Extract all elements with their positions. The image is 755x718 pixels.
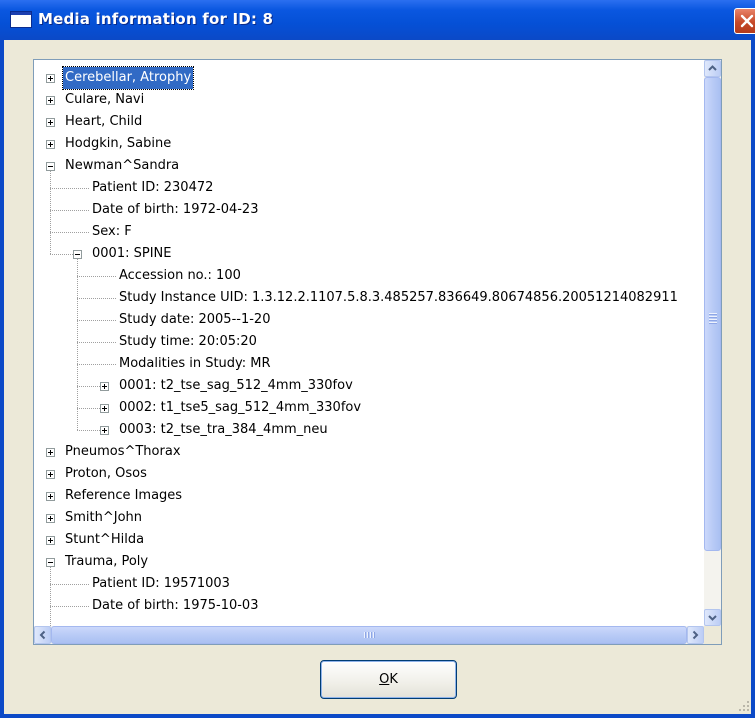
media-tree-view[interactable]: Cerebellar, Atrophy Culare, Navi Heart, Ch… bbox=[33, 59, 722, 645]
tree-node-leaf[interactable]: Study Instance UID: 1.3.12.2.1107.5.8.3.… bbox=[34, 287, 704, 309]
expand-plus-icon[interactable] bbox=[46, 492, 55, 501]
tree-node-label: 0001: t2_tse_sag_512_4mm_330fov bbox=[119, 378, 353, 393]
scrollbar-corner bbox=[704, 626, 721, 644]
tree-node-label: Stunt^Hilda bbox=[65, 532, 145, 547]
ok-mnemonic: O bbox=[379, 672, 390, 687]
tree-node-leaf[interactable]: Date of birth: 1975-10-03 bbox=[34, 595, 704, 617]
expand-plus-icon[interactable] bbox=[46, 470, 55, 479]
tree-node-patient[interactable]: Proton, Osos bbox=[34, 463, 704, 485]
expand-plus-icon[interactable] bbox=[46, 536, 55, 545]
tree-node-leaf[interactable]: Patient ID: 19571003 bbox=[34, 573, 704, 595]
tree-node-label: 0002: t1_tse5_sag_512_4mm_330fov bbox=[119, 400, 362, 415]
collapse-minus-icon[interactable] bbox=[46, 162, 55, 171]
tree-node-patient[interactable]: Stunt^Hilda bbox=[34, 529, 704, 551]
close-button[interactable] bbox=[734, 8, 755, 34]
tree-node-label: Modalities in Study: MR bbox=[119, 356, 271, 371]
scroll-left-arrow-icon bbox=[39, 630, 46, 640]
tree-node-patient[interactable]: Trauma, Poly bbox=[34, 551, 704, 573]
window-frame-bottom bbox=[0, 714, 755, 718]
expand-plus-icon[interactable] bbox=[46, 118, 55, 127]
ok-button[interactable]: OK bbox=[320, 660, 457, 699]
scroll-up-button[interactable] bbox=[704, 60, 721, 77]
tree-node-leaf[interactable]: Date of birth: 1972-04-23 bbox=[34, 199, 704, 221]
tree-node-label: 0001: SPINE bbox=[92, 246, 172, 261]
tree-content: Cerebellar, Atrophy Culare, Navi Heart, Ch… bbox=[34, 60, 704, 626]
expand-plus-icon[interactable] bbox=[46, 74, 55, 83]
tree-node-label: Smith^John bbox=[65, 510, 143, 525]
tree-node-label: Proton, Osos bbox=[65, 466, 147, 481]
tree-node-leaf[interactable]: Modalities in Study: MR bbox=[34, 353, 704, 375]
expand-plus-icon[interactable] bbox=[100, 404, 109, 413]
scroll-right-arrow-icon bbox=[692, 630, 699, 640]
tree-node-label: Sex: F bbox=[92, 224, 132, 239]
tree-node-patient[interactable]: Reference Images bbox=[34, 485, 704, 507]
tree-node-patient[interactable]: Newman^Sandra bbox=[34, 155, 704, 177]
tree-node-patient[interactable]: Smith^John bbox=[34, 507, 704, 529]
collapse-minus-icon[interactable] bbox=[73, 250, 82, 259]
tree-node-patient[interactable]: Heart, Child bbox=[34, 111, 704, 133]
tree-node-leaf[interactable]: Accession no.: 100 bbox=[34, 265, 704, 287]
scroll-down-button[interactable] bbox=[704, 609, 721, 626]
tree-node-folder[interactable]: 0003: t2_tse_tra_384_4mm_neu bbox=[34, 419, 704, 441]
tree-node-label: Newman^Sandra bbox=[65, 158, 180, 173]
tree-node-patient[interactable]: Hodgkin, Sabine bbox=[34, 133, 704, 155]
tree-node-label: Pneumos^Thorax bbox=[65, 444, 181, 459]
tree-node-leaf[interactable]: Sex: F bbox=[34, 221, 704, 243]
tree-node-label: Reference Images bbox=[65, 488, 183, 503]
window-frame-right bbox=[751, 40, 755, 718]
tree-node-leaf[interactable]: Study date: 2005--1-20 bbox=[34, 309, 704, 331]
expand-plus-icon[interactable] bbox=[46, 448, 55, 457]
tree-node-label: Study Instance UID: 1.3.12.2.1107.5.8.3.… bbox=[119, 290, 678, 305]
ok-label: K bbox=[389, 672, 398, 687]
tree-node-patient[interactable]: Culare, Navi bbox=[34, 89, 704, 111]
tree-node-label: Hodgkin, Sabine bbox=[65, 136, 172, 151]
tree-node-label: Date of birth: 1975-10-03 bbox=[92, 598, 259, 613]
tree-node-folder[interactable]: 0001: SPINE bbox=[34, 243, 704, 265]
horizontal-scrollbar[interactable] bbox=[34, 626, 704, 644]
expand-plus-icon[interactable] bbox=[46, 514, 55, 523]
scroll-left-button[interactable] bbox=[34, 626, 51, 644]
tree-node-folder[interactable]: 0002: t1_tse5_sag_512_4mm_330fov bbox=[34, 397, 704, 419]
tree-node-folder[interactable]: 0001: t2_tse_sag_512_4mm_330fov bbox=[34, 375, 704, 397]
tree-node-label: Heart, Child bbox=[65, 114, 143, 129]
scroll-down-arrow-icon bbox=[708, 615, 717, 621]
tree-node-label: Patient ID: 230472 bbox=[92, 180, 214, 195]
collapse-minus-icon[interactable] bbox=[46, 558, 55, 567]
scroll-right-button[interactable] bbox=[687, 626, 704, 644]
close-icon bbox=[740, 14, 754, 28]
tree-node-label: Cerebellar, Atrophy bbox=[61, 66, 195, 90]
tree-node-label: Date of birth: 1972-04-23 bbox=[92, 202, 259, 217]
title-bar[interactable]: Media information for ID: 8 bbox=[0, 0, 755, 40]
tree-node-label: Patient ID: 19571003 bbox=[92, 576, 230, 591]
tree-node-leaf[interactable]: Patient ID: 230472 bbox=[34, 177, 704, 199]
scroll-up-arrow-icon bbox=[708, 65, 717, 71]
vertical-scroll-thumb[interactable] bbox=[704, 77, 721, 551]
expand-plus-icon[interactable] bbox=[46, 140, 55, 149]
resize-grip-icon[interactable] bbox=[738, 700, 750, 712]
window-title: Media information for ID: 8 bbox=[38, 10, 274, 28]
tree-node-label: 0003: t2_tse_tra_384_4mm_neu bbox=[119, 422, 328, 437]
tree-node-label: Study date: 2005--1-20 bbox=[119, 312, 271, 327]
vertical-scrollbar[interactable] bbox=[704, 60, 721, 626]
tree-node-patient[interactable]: Cerebellar, Atrophy bbox=[34, 66, 704, 90]
tree-node-label: Accession no.: 100 bbox=[119, 268, 241, 283]
tree-node-leaf[interactable]: Study time: 20:05:20 bbox=[34, 331, 704, 353]
tree-node-patient[interactable]: Pneumos^Thorax bbox=[34, 441, 704, 463]
tree-node-label: Trauma, Poly bbox=[65, 554, 149, 569]
window-icon bbox=[10, 11, 32, 28]
tree-node-label: Culare, Navi bbox=[65, 92, 145, 107]
tree-node-label: Study time: 20:05:20 bbox=[119, 334, 257, 349]
horizontal-scroll-thumb[interactable] bbox=[51, 626, 687, 644]
window-frame-left bbox=[0, 40, 4, 718]
expand-plus-icon[interactable] bbox=[100, 382, 109, 391]
expand-plus-icon[interactable] bbox=[100, 426, 109, 435]
expand-plus-icon[interactable] bbox=[46, 96, 55, 105]
